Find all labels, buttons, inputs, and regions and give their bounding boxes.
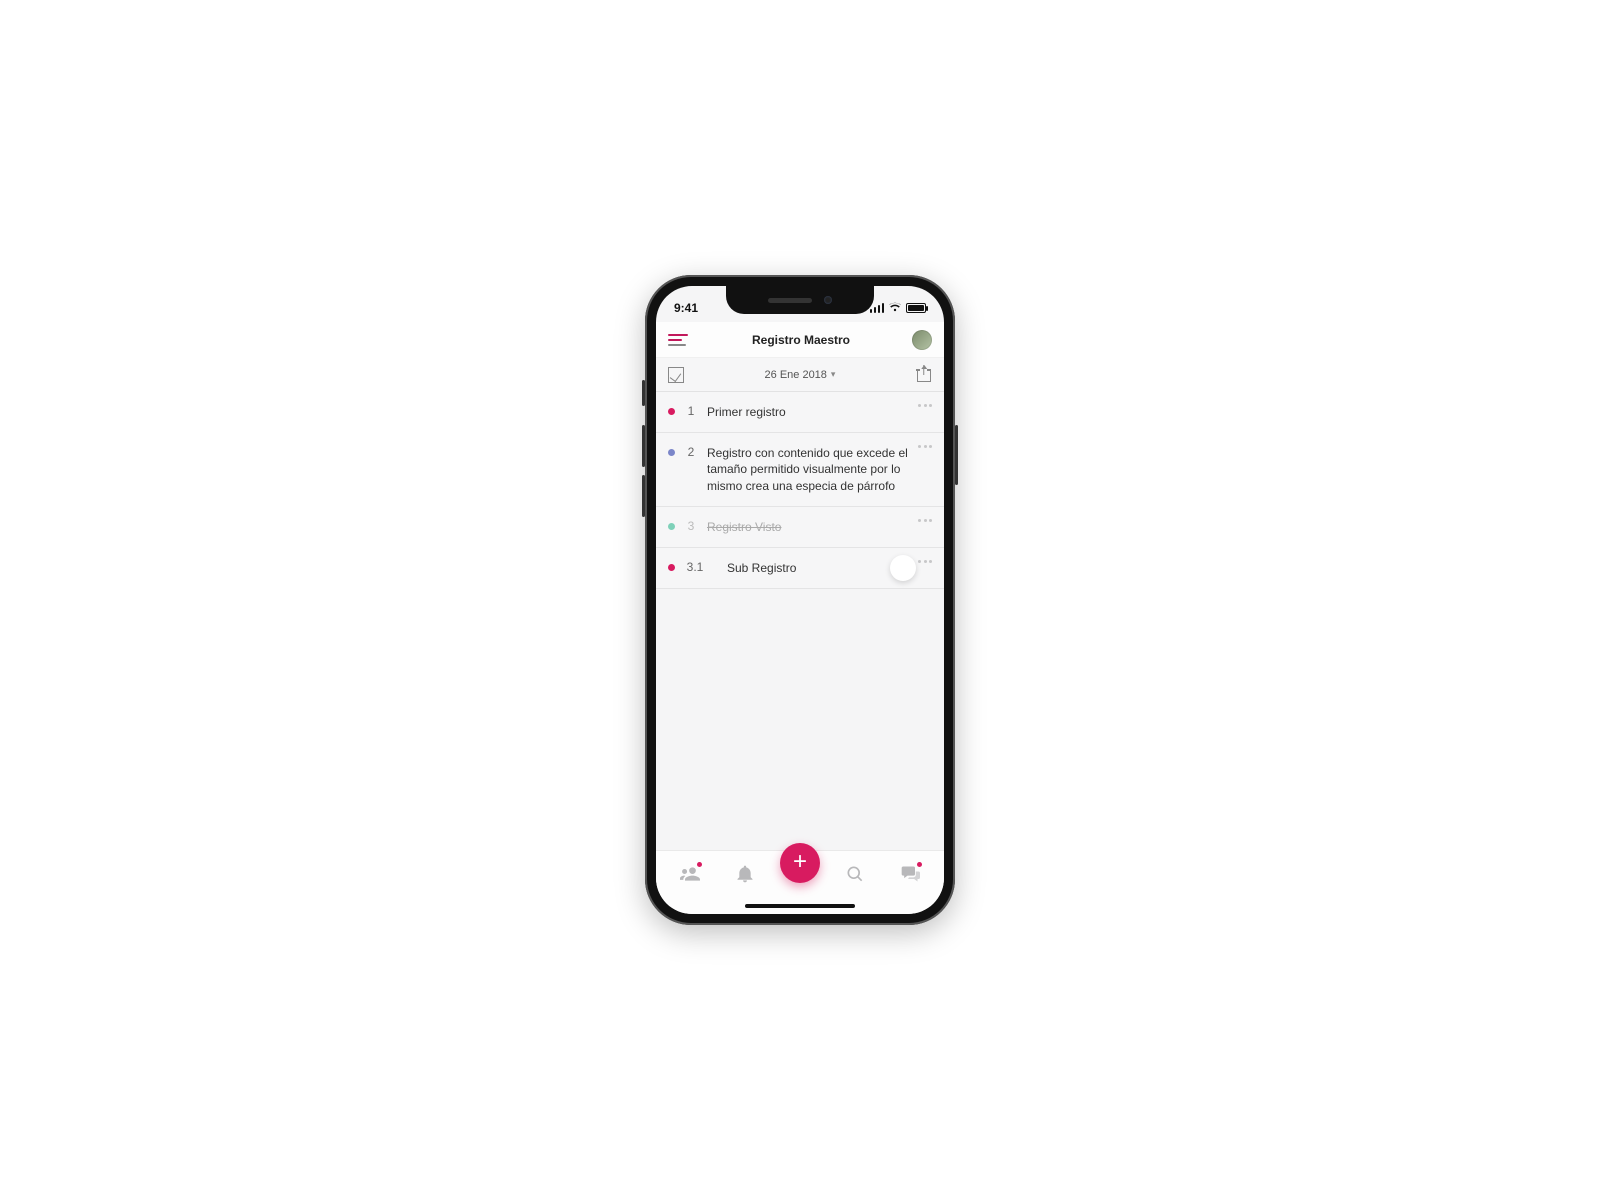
plus-icon: + <box>793 850 807 874</box>
status-time: 9:41 <box>674 301 698 315</box>
tabbar-container: + <box>656 850 944 914</box>
tab-search[interactable] <box>835 854 875 894</box>
item-number: 1 <box>685 404 697 418</box>
badge-dot-icon <box>917 862 922 867</box>
toolbar: 26 Ene 2018 ▾ <box>656 358 944 392</box>
share-button[interactable] <box>916 367 932 383</box>
entries-list: 1 Primer registro 2 Registro con contenido … <box>656 392 944 589</box>
tab-notifications[interactable] <box>725 854 765 894</box>
status-dot-icon <box>668 449 675 456</box>
item-text: Sub Registro <box>715 560 796 576</box>
item-number: 3.1 <box>685 560 705 574</box>
date-picker[interactable]: 26 Ene 2018 ▾ <box>765 369 836 381</box>
page-title: Registro Maestro <box>752 333 850 347</box>
item-text: Primer registro <box>707 404 786 420</box>
chevron-down-icon: ▾ <box>831 369 836 380</box>
home-indicator[interactable] <box>656 898 944 914</box>
phone-frame: 9:41 Registro Maestro 26 Ene <box>645 275 955 925</box>
item-number: 3 <box>685 519 697 533</box>
tab-contacts[interactable] <box>670 854 710 894</box>
list-item[interactable]: 3.1 Sub Registro <box>656 548 944 589</box>
list-item[interactable]: 2 Registro con contenido que excede el ta… <box>656 433 944 507</box>
more-icon[interactable] <box>918 445 932 448</box>
list-item[interactable]: 1 Primer registro <box>656 392 944 433</box>
tab-messages[interactable] <box>890 854 930 894</box>
touch-indicator-icon <box>890 555 916 581</box>
nav-bar: Registro Maestro <box>656 322 944 358</box>
wifi-icon <box>888 302 902 315</box>
list-item[interactable]: 3 Registro Visto <box>656 507 944 548</box>
notch <box>726 286 874 314</box>
add-button[interactable]: + <box>780 843 820 883</box>
menu-button[interactable] <box>668 334 690 346</box>
more-icon[interactable] <box>918 519 932 522</box>
more-icon[interactable] <box>918 560 932 563</box>
tab-bar: + <box>656 850 944 898</box>
date-label: 26 Ene 2018 <box>765 369 827 381</box>
avatar[interactable] <box>912 330 932 350</box>
status-dot-icon <box>668 523 675 530</box>
status-dot-icon <box>668 408 675 415</box>
status-dot-icon <box>668 564 675 571</box>
item-number: 2 <box>685 445 697 459</box>
screen: 9:41 Registro Maestro 26 Ene <box>656 286 944 914</box>
select-all-icon[interactable] <box>668 367 684 383</box>
item-text: Registro con contenido que excede el tam… <box>707 445 932 494</box>
badge-dot-icon <box>697 862 702 867</box>
more-icon[interactable] <box>918 404 932 407</box>
battery-icon <box>906 303 926 313</box>
item-text: Registro Visto <box>707 519 781 535</box>
